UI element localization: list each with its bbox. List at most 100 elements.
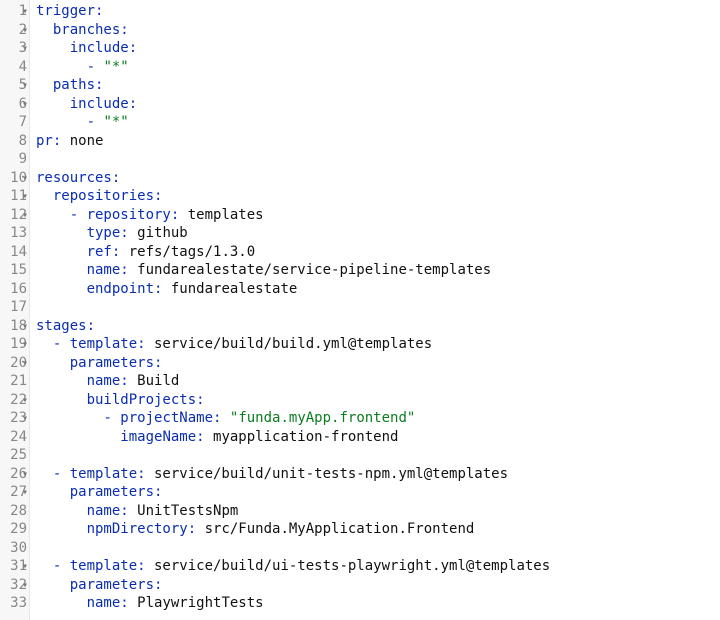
gutter-line: 13 xyxy=(0,224,27,243)
yaml-text xyxy=(36,577,70,593)
gutter-line: 25 xyxy=(0,446,27,465)
yaml-key: name: xyxy=(87,262,129,278)
line-number: 13 xyxy=(9,224,27,243)
gutter-line: 32▾ xyxy=(0,576,27,595)
fold-toggle-icon[interactable]: ▾ xyxy=(18,577,28,596)
code-line: parameters: xyxy=(36,576,550,595)
code-line xyxy=(36,539,550,558)
code-line: npmDirectory: src/Funda.MyApplication.Fr… xyxy=(36,520,550,539)
fold-toggle-icon[interactable]: ▾ xyxy=(18,40,28,59)
line-number: 4 xyxy=(9,58,27,77)
yaml-key: template: xyxy=(70,558,146,574)
yaml-text xyxy=(221,410,229,426)
yaml-string: "funda.myApp.frontend" xyxy=(230,410,415,426)
gutter-line: 27▾ xyxy=(0,483,27,502)
gutter-line: 5▾ xyxy=(0,76,27,95)
code-line: name: UnitTestsNpm xyxy=(36,502,550,521)
fold-toggle-icon[interactable]: ▾ xyxy=(18,484,28,503)
fold-toggle-icon[interactable]: ▾ xyxy=(18,207,28,226)
line-number-gutter: 1▾2▾3▾45▾6▾78910▾11▾12▾131415161718▾19▾2… xyxy=(0,0,30,620)
yaml-key: type: xyxy=(87,225,129,241)
code-line: - repository: templates xyxy=(36,206,550,225)
yaml-text: UnitTestsNpm xyxy=(129,503,239,519)
code-line: endpoint: fundarealestate xyxy=(36,280,550,299)
gutter-line: 14 xyxy=(0,243,27,262)
yaml-text: refs/tags/1.3.0 xyxy=(120,244,255,260)
gutter-line: 4 xyxy=(0,58,27,77)
yaml-text xyxy=(36,355,70,371)
line-number: 8 xyxy=(9,132,27,151)
gutter-line: 20▾ xyxy=(0,354,27,373)
yaml-string: "*" xyxy=(103,59,128,75)
yaml-key: include: xyxy=(70,96,137,112)
yaml-dash: - xyxy=(87,114,104,130)
gutter-line: 28 xyxy=(0,502,27,521)
yaml-key: projectName: xyxy=(120,410,221,426)
code-line: pr: none xyxy=(36,132,550,151)
yaml-key: template: xyxy=(70,336,146,352)
yaml-text xyxy=(36,484,70,500)
gutter-line: 31▾ xyxy=(0,557,27,576)
gutter-line: 9 xyxy=(0,150,27,169)
yaml-text xyxy=(36,392,87,408)
fold-toggle-icon[interactable]: ▾ xyxy=(18,410,28,429)
yaml-text xyxy=(36,244,87,260)
line-number: 7 xyxy=(9,113,27,132)
line-number: 9 xyxy=(9,150,27,169)
yaml-key: buildProjects: xyxy=(87,392,205,408)
code-line: include: xyxy=(36,95,550,114)
fold-toggle-icon[interactable]: ▾ xyxy=(18,392,28,411)
yaml-key: resources: xyxy=(36,170,120,186)
fold-toggle-icon[interactable]: ▾ xyxy=(18,558,28,577)
yaml-key: paths: xyxy=(53,77,104,93)
yaml-dash: - xyxy=(53,466,70,482)
yaml-text: PlaywrightTests xyxy=(129,595,264,611)
yaml-text xyxy=(36,410,103,426)
gutter-line: 24 xyxy=(0,428,27,447)
gutter-line: 12▾ xyxy=(0,206,27,225)
yaml-dash: - xyxy=(53,558,70,574)
line-number: 21 xyxy=(9,372,27,391)
yaml-text xyxy=(36,336,53,352)
fold-toggle-icon[interactable]: ▾ xyxy=(18,466,28,485)
fold-toggle-icon[interactable]: ▾ xyxy=(18,170,28,189)
yaml-text xyxy=(36,373,87,389)
fold-toggle-icon[interactable]: ▾ xyxy=(18,336,28,355)
yaml-key: name: xyxy=(87,503,129,519)
fold-toggle-icon[interactable]: ▾ xyxy=(18,188,28,207)
fold-toggle-icon[interactable]: ▾ xyxy=(18,355,28,374)
yaml-text: src/Funda.MyApplication.Frontend xyxy=(196,521,474,537)
code-line: type: github xyxy=(36,224,550,243)
fold-toggle-icon[interactable]: ▾ xyxy=(18,318,28,337)
yaml-text: myapplication-frontend xyxy=(205,429,399,445)
line-number: 28 xyxy=(9,502,27,521)
yaml-key: endpoint: xyxy=(87,281,163,297)
code-editor: 1▾2▾3▾45▾6▾78910▾11▾12▾131415161718▾19▾2… xyxy=(0,0,720,620)
gutter-line: 16 xyxy=(0,280,27,299)
yaml-key: parameters: xyxy=(70,355,163,371)
code-line: - template: service/build/ui-tests-playw… xyxy=(36,557,550,576)
fold-toggle-icon[interactable]: ▾ xyxy=(18,96,28,115)
yaml-text xyxy=(36,59,87,75)
code-line: trigger: xyxy=(36,2,550,21)
fold-toggle-icon[interactable]: ▾ xyxy=(18,3,28,22)
code-area[interactable]: trigger: branches: include: - "*" paths:… xyxy=(30,0,550,620)
gutter-line: 8 xyxy=(0,132,27,151)
fold-toggle-icon[interactable]: ▾ xyxy=(18,22,28,41)
gutter-line: 18▾ xyxy=(0,317,27,336)
code-line: branches: xyxy=(36,21,550,40)
yaml-text xyxy=(36,207,70,223)
code-line: ref: refs/tags/1.3.0 xyxy=(36,243,550,262)
code-line: paths: xyxy=(36,76,550,95)
gutter-line: 22▾ xyxy=(0,391,27,410)
yaml-key: imageName: xyxy=(120,429,204,445)
fold-toggle-icon[interactable]: ▾ xyxy=(18,77,28,96)
line-number: 14 xyxy=(9,243,27,262)
yaml-key: repository: xyxy=(87,207,180,223)
yaml-dash: - xyxy=(87,59,104,75)
yaml-text: fundarealestate xyxy=(162,281,297,297)
yaml-text xyxy=(36,96,70,112)
yaml-key: branches: xyxy=(53,22,129,38)
yaml-key: stages: xyxy=(36,318,95,334)
code-line: resources: xyxy=(36,169,550,188)
